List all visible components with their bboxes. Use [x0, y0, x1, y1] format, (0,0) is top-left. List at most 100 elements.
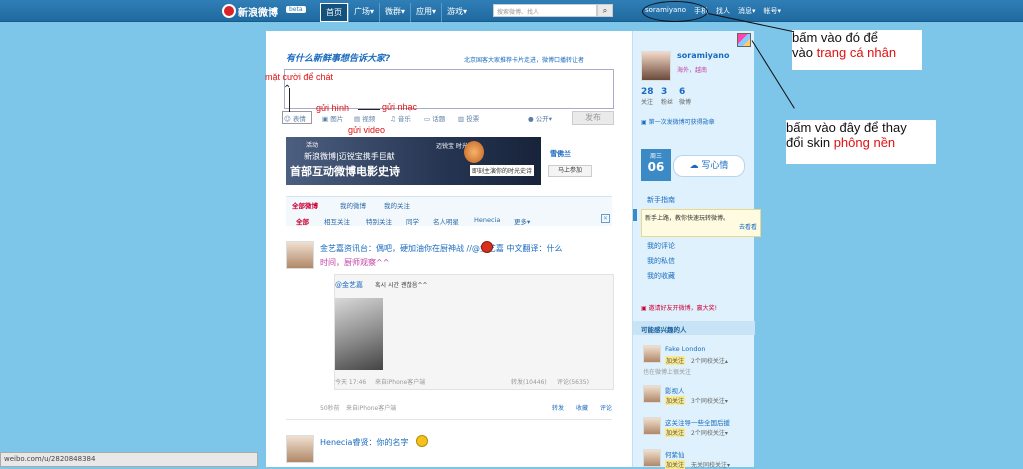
video-button[interactable]: ▤ 视频 — [354, 113, 375, 123]
mutual-count[interactable]: 无关同校关注▾ — [691, 460, 730, 469]
composer-notice[interactable]: 北京国客大家推荐卡片走进，微博口播转让者 — [464, 55, 584, 64]
collapse-icon[interactable]: ✕ — [601, 214, 610, 223]
annotation-music: gửi nhạc — [382, 102, 418, 112]
tab-all-weibo[interactable]: 全部微博 — [292, 200, 318, 210]
post-button[interactable]: 发布 — [572, 111, 614, 125]
stat-posts[interactable]: 6 微博 — [679, 87, 691, 106]
guide-tooltip: 新手上路，教你快速玩转微博。 去看看 — [641, 209, 761, 237]
annotation-image: gửi hình — [316, 103, 350, 113]
annotation-profile-callout: bấm vào đó để vào trang cá nhân — [792, 30, 922, 70]
topic-button[interactable]: ▭ 话题 — [424, 113, 445, 123]
follow-button[interactable]: 加关注 — [665, 428, 686, 437]
account-menu[interactable]: 帐号▾ — [764, 6, 782, 16]
recommend-name[interactable]: Fake London — [665, 345, 706, 353]
stat-followers[interactable]: 3 粉丝 — [661, 87, 673, 106]
stat-following[interactable]: 28 关注 — [641, 87, 654, 106]
post2-text: Henecia睿贤：你的名字 — [320, 438, 409, 447]
filter-celebrities[interactable]: 名人明星 — [433, 216, 459, 226]
emoticon-button[interactable]: ☺ 表情 — [284, 113, 306, 123]
banner-tag: 活动 — [306, 142, 319, 149]
recommend-name[interactable]: 何紫仙 — [665, 449, 685, 459]
calendar-widget: 周三 06 — [641, 149, 671, 181]
site-logo[interactable]: 新浪微博 — [238, 4, 278, 19]
mutual-count[interactable]: 2个同校关注▴ — [691, 356, 728, 365]
sidebar-item-favorites[interactable]: 我的收藏 — [647, 271, 675, 281]
nav-games[interactable]: 游戏▾ — [441, 3, 472, 22]
selected-indicator — [633, 209, 637, 221]
sidebar-username[interactable]: soramiyano — [677, 51, 729, 60]
avatar[interactable] — [643, 385, 661, 403]
recommend-header: 可能感兴趣的人 — [633, 321, 755, 335]
messages-menu[interactable]: 消息▾ — [738, 6, 756, 16]
avatar[interactable] — [643, 449, 661, 467]
filter-mutual[interactable]: 相互关注 — [324, 216, 350, 226]
visibility-select[interactable]: ● 公开▾ — [528, 113, 552, 123]
filter-all[interactable]: 全部 — [296, 216, 309, 226]
annotation-line — [358, 109, 380, 110]
annotation-line — [751, 40, 795, 109]
annotation-skin-callout: bấm vào đây để thay đổi skin phông nền — [786, 120, 936, 164]
filter-special[interactable]: 特别关注 — [366, 216, 392, 226]
nav-square[interactable]: 广场▾ — [348, 3, 379, 22]
avatar[interactable] — [286, 241, 314, 269]
comment-action[interactable]: 评论 — [600, 403, 612, 412]
profile-avatar[interactable] — [641, 51, 671, 81]
skin-icon[interactable] — [737, 33, 751, 47]
filter-classmates[interactable]: 同学 — [406, 216, 419, 226]
follow-button[interactable]: 加关注 — [665, 396, 686, 405]
annotation-arrowhead: ⌃ — [283, 84, 292, 95]
avatar[interactable] — [643, 417, 661, 435]
balloon-icon — [464, 141, 484, 163]
filter-more[interactable]: 更多▾ — [514, 216, 530, 226]
join-button[interactable]: 马上参加 — [548, 165, 592, 177]
main-nav: 首页 广场▾ 微群▾ 应用▾ 游戏▾ — [320, 3, 472, 22]
avatar[interactable] — [286, 435, 314, 463]
sidebar-item-messages[interactable]: 我的私信 — [647, 256, 675, 266]
follow-button[interactable]: 加关注 — [665, 460, 686, 469]
banner-side-title: 雪佛兰 — [550, 150, 571, 158]
top-navigation-bar: 新浪微博 beta 首页 广场▾ 微群▾ 应用▾ 游戏▾ 搜索微博、找人 ⌕ s… — [0, 0, 1023, 22]
banner-line2: 首部互动微博电影史诗 — [290, 165, 400, 178]
sidebar-item-comments[interactable]: 我的评论 — [647, 241, 675, 251]
comment-count[interactable]: 评论(5635) — [557, 377, 589, 386]
tab-my-weibo[interactable]: 我的微博 — [340, 200, 366, 210]
image-button[interactable]: ▣ 图片 — [322, 113, 343, 123]
repost-count[interactable]: 转发(10446) — [511, 377, 547, 386]
repost-action[interactable]: 转发 — [552, 403, 564, 412]
recommend-name[interactable]: 这关注导一些全国后援 — [665, 417, 730, 427]
tab-my-follow[interactable]: 我的关注 — [384, 200, 410, 210]
invite-link[interactable]: ▣ 邀请好友开微博，赢大奖! — [641, 303, 717, 312]
annotation-smiley: mặt cười để chát — [265, 72, 333, 82]
repost-author[interactable]: @金艺嘉 — [335, 280, 363, 290]
write-mood-button[interactable]: ☁ 写心情 — [673, 155, 745, 177]
right-sidebar: soramiyano 海外，越南 28 关注 3 粉丝 6 微博 ▣ 第一次发微… — [632, 31, 761, 469]
repost-time[interactable]: 今天 17:46 — [335, 377, 366, 386]
follow-button[interactable]: 加关注 — [665, 356, 686, 365]
filter-henecia[interactable]: Henecia — [474, 216, 500, 224]
sidebar-location: 海外，越南 — [677, 67, 708, 74]
first-post-promo[interactable]: ▣ 第一次发微博可获得勋章 — [641, 117, 715, 126]
nav-home[interactable]: 首页 — [320, 3, 348, 22]
search-input[interactable]: 搜索微博、找人 — [493, 4, 597, 17]
banner-cta: 即刻主演你的时光史诗 — [470, 165, 535, 176]
post-divider — [286, 419, 612, 420]
nav-apps[interactable]: 应用▾ — [410, 3, 441, 22]
favorite-action[interactable]: 收藏 — [576, 403, 588, 412]
nav-groups[interactable]: 微群▾ — [379, 3, 410, 22]
weibo-logo-icon[interactable] — [222, 4, 236, 18]
tooltip-link[interactable]: 去看看 — [645, 222, 757, 231]
browser-status-bar: weibo.com/u/2820848384 — [0, 452, 258, 467]
post-source: 来自iPhone客户端 — [346, 405, 397, 412]
poll-button[interactable]: ▥ 投票 — [458, 113, 479, 123]
sidebar-item-guide[interactable]: 新手指南 — [647, 195, 675, 205]
search-icon[interactable]: ⌕ — [597, 4, 613, 17]
recommend-name[interactable]: 影视人 — [665, 385, 685, 395]
mutual-count[interactable]: 3个同校关注▾ — [691, 396, 728, 405]
repost-photo[interactable] — [335, 298, 383, 370]
main-feed-column: 有什么新鲜事想告诉大家? 北京国客大家推荐卡片走进，微博口播转让者 ☺ 表情 ▣… — [266, 31, 632, 467]
post-time[interactable]: 50秒前 — [320, 403, 340, 412]
avatar[interactable] — [643, 345, 661, 363]
mutual-count[interactable]: 2个同校关注▾ — [691, 428, 728, 437]
music-button[interactable]: ♫ 音乐 — [390, 113, 411, 123]
promo-banner[interactable]: 活动 新浪微博|迈锐宝携手巨献 首部互动微博电影史诗 迈锐宝 时光漫礼 即刻主演… — [286, 137, 541, 185]
